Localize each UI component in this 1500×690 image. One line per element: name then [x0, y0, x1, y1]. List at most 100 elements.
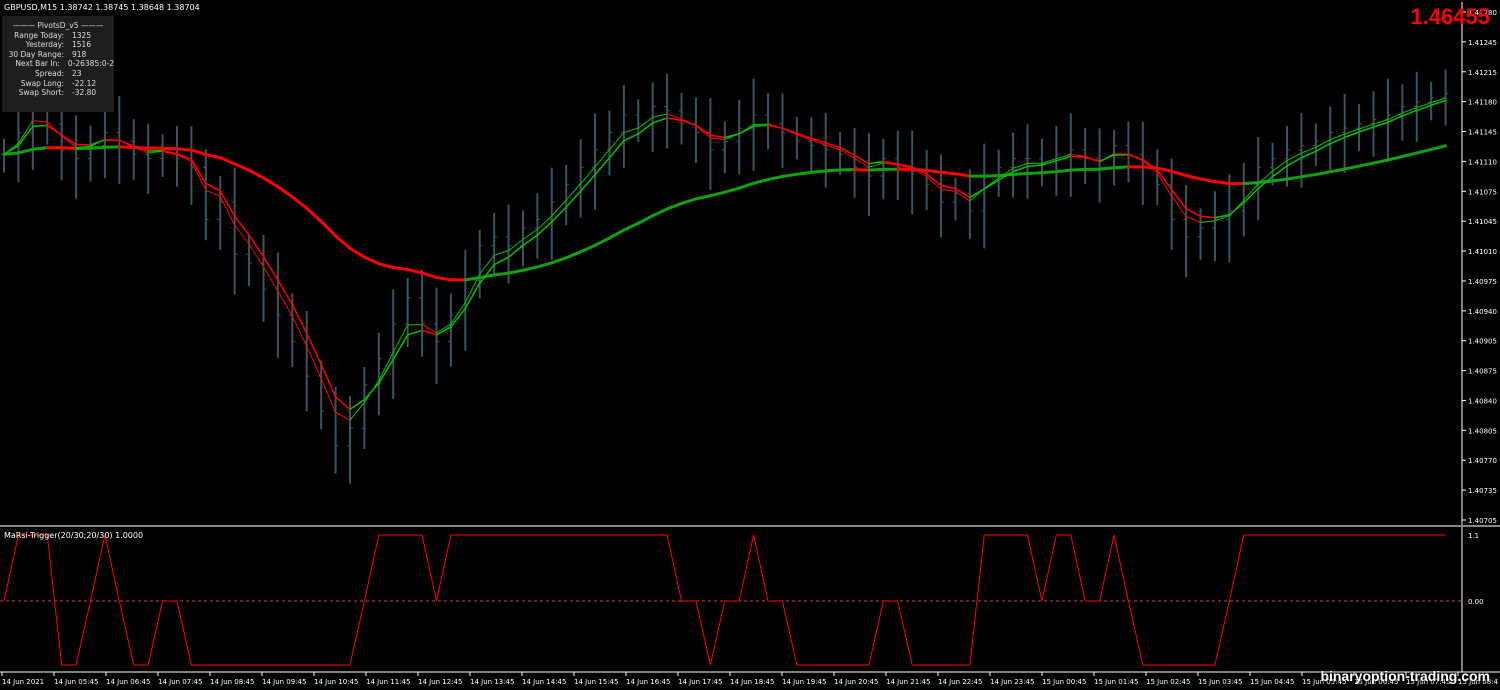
slow-ma-segment	[708, 190, 727, 198]
trigger-ma-segment	[608, 131, 625, 151]
slow-ma-segment	[16, 147, 35, 155]
fast-ma-segment	[824, 142, 841, 149]
slow-ma-segment	[1372, 158, 1390, 165]
slow-ma-segment	[867, 167, 885, 172]
trigger-ma-segment	[1084, 155, 1101, 163]
fast-ma-segment	[579, 173, 596, 192]
trigger-ma-segment	[1200, 220, 1216, 223]
fast-ma-segment	[60, 134, 77, 146]
fast-ma-segment	[320, 363, 337, 398]
slow-ma-segment	[780, 172, 799, 178]
fast-ma-segment	[565, 190, 582, 208]
trigger-ma-segment	[681, 118, 697, 127]
price-label: 1.40735	[1468, 487, 1497, 495]
fast-ma-segment	[291, 303, 308, 334]
trigger-signal-line	[3, 534, 1446, 666]
trigger-ma-segment	[580, 166, 596, 185]
slow-ma-segment	[1386, 155, 1404, 162]
pivot-row: Next Bar In: 0-26385:0-2	[15, 59, 114, 69]
pivot-row: Swap Short: -32.80	[18, 88, 97, 98]
big-price-label: 1.46455	[1410, 4, 1490, 29]
time-label: 14 Jun 16:45	[626, 678, 670, 686]
price-label: 1.41145	[1468, 129, 1497, 137]
trigger-ma-segment	[32, 120, 48, 123]
slow-ma-segment	[1026, 171, 1044, 175]
indicator-subwindow: 1.1 0.00	[0, 532, 1484, 666]
price-label: 1.40770	[1468, 457, 1497, 465]
trigger-ma-segment	[17, 120, 34, 144]
pivots-info-panel: ——— PivotsD_v5 ——— Range Today: 1325 Yest…	[2, 16, 114, 112]
fast-ma-segment	[925, 173, 942, 187]
fast-ma-segment	[551, 206, 567, 223]
price-label: 1.40805	[1468, 427, 1497, 435]
slow-ma-segment	[1328, 167, 1347, 174]
trigger-ma-segment	[709, 137, 726, 140]
indicator-title: MaRsi-Trigger(20/30;20/30) 1.0000	[4, 531, 144, 540]
fast-ma-segment	[378, 358, 394, 384]
pivots-title: ——— PivotsD_v5 ———	[12, 21, 104, 30]
time-label: 14 Jun 15:45	[574, 678, 618, 686]
trigger-ma-segment	[363, 380, 380, 404]
chart-frame	[0, 2, 1500, 673]
fast-ma-segment	[651, 117, 668, 124]
candle-layer	[1, 65, 1449, 484]
fast-ma-segment	[248, 234, 265, 258]
trigger-ma-segment	[652, 113, 668, 118]
slow-ma-segment	[334, 234, 352, 250]
trigger-ma-segment	[623, 127, 639, 133]
fast-ma-segment	[1271, 165, 1288, 178]
fast-ma-segment	[522, 234, 539, 247]
slow-ma-segment	[607, 228, 626, 240]
time-axis: 14 Jun 2021 14 Jun 05:45 14 Jun 06:45 14 Ju…	[1, 672, 1499, 686]
price-label: 1.41215	[1468, 69, 1497, 77]
fast-ma-segment	[219, 190, 236, 217]
price-label: 1.41180	[1468, 99, 1497, 107]
time-label: 14 Jun 2021	[2, 678, 44, 686]
slow-ma-segment	[795, 170, 813, 176]
trigger-ma-segment	[306, 345, 322, 380]
fast-ma-segment	[1026, 164, 1043, 168]
time-label: 14 Jun 11:45	[366, 678, 410, 686]
time-label: 15 Jun 04:45	[1250, 678, 1294, 686]
fast-ma-segment	[277, 279, 294, 306]
slow-ma-segment	[1285, 175, 1303, 181]
fast-ma-segment	[1243, 187, 1259, 204]
fast-ma-segment	[1372, 121, 1389, 128]
slow-ma-segment	[161, 146, 179, 151]
fast-ma-segment	[940, 184, 957, 190]
fast-ma-segment	[334, 396, 351, 411]
price-label: 1.40975	[1468, 278, 1497, 286]
slow-ma-segment	[535, 261, 554, 269]
slow-ma-segment	[737, 181, 756, 190]
trigger-ma-segment	[565, 183, 582, 201]
slow-ma-segment	[939, 170, 957, 176]
fast-ma-segment	[190, 158, 207, 185]
slow-ma-segment	[550, 256, 568, 265]
fast-ma-segment	[623, 133, 640, 142]
price-label: 1.40705	[1468, 517, 1497, 525]
fast-ma-segment	[1315, 142, 1332, 152]
fast-ma-segment	[1156, 168, 1173, 191]
fast-ma-segment	[608, 139, 625, 159]
trigger-ma-segment	[969, 188, 985, 202]
trigger-ma-segment	[508, 238, 524, 252]
trigger-ma-segment	[205, 189, 221, 197]
slow-ma-segment	[1429, 144, 1448, 151]
slow-ma-segment	[377, 262, 395, 270]
price-label: 1.41110	[1468, 158, 1497, 166]
slow-ma-segment	[1314, 170, 1332, 177]
trigger-ma-segment	[594, 149, 610, 168]
slow-ma-segment	[1011, 171, 1030, 176]
trigger-ma-segment	[479, 254, 495, 275]
slow-ma-segment	[1054, 168, 1073, 174]
slow-ma-segment	[1155, 166, 1174, 173]
slow-ma-segment	[593, 236, 611, 247]
fast-ma-segment	[262, 255, 279, 281]
time-label: 14 Jun 09:45	[262, 678, 306, 686]
price-label: 1.40905	[1468, 338, 1497, 346]
price-chart[interactable]: 1.412801.412451.412151.411801.411451.411…	[0, 0, 1500, 690]
time-label: 14 Jun 22:45	[938, 678, 982, 686]
time-label: 15 Jun 02:45	[1146, 678, 1190, 686]
pivot-row: Range Today: 1325	[14, 30, 92, 40]
fast-ma-segment	[233, 215, 250, 236]
